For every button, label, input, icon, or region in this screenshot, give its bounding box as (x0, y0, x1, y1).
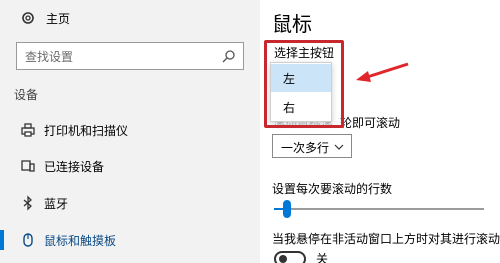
gear-icon (22, 12, 34, 24)
home-label: 主页 (46, 11, 71, 26)
devices-icon (21, 160, 35, 172)
chevron-down-icon (334, 144, 344, 150)
settings-sidebar: 主页 查找设置 设备 打印机和扫描仪 已连接设备 蓝牙 鼠标和触摸板 (0, 0, 260, 263)
search-icon (222, 50, 235, 63)
search-input[interactable]: 查找设置 (16, 42, 244, 70)
sidebar-item-label: 打印机和扫描仪 (44, 123, 129, 138)
scroll-wheel-label: 轮即可滚动 (340, 116, 401, 130)
hover-scroll-toggle[interactable] (274, 251, 306, 263)
toggle-knob (279, 255, 287, 263)
search-placeholder: 查找设置 (25, 50, 74, 64)
hover-scroll-toggle-state: 关 (316, 252, 329, 263)
slider-track (274, 208, 484, 210)
sidebar-item-bluetooth[interactable]: 蓝牙 (0, 190, 260, 216)
mouse-icon (23, 233, 33, 247)
sidebar-item-label: 已连接设备 (44, 159, 105, 174)
sidebar-item-label: 蓝牙 (44, 196, 69, 211)
sidebar-item-mouse[interactable]: 鼠标和触摸板 (0, 227, 260, 253)
nav-home[interactable]: 主页 (20, 8, 70, 28)
sidebar-item-connected-devices[interactable]: 已连接设备 (0, 153, 260, 179)
sidebar-item-label: 鼠标和触摸板 (44, 233, 117, 248)
bluetooth-icon (23, 195, 32, 211)
scroll-lines-label: 设置每次要滚动的行数 (272, 182, 393, 196)
section-devices-label: 设备 (14, 88, 39, 102)
sidebar-item-printers[interactable]: 打印机和扫描仪 (0, 117, 260, 143)
page-title: 鼠标 (272, 12, 312, 36)
annotation-highlight-box (264, 40, 344, 128)
printer-icon (21, 123, 35, 137)
annotation-arrow-icon (356, 62, 409, 82)
scroll-lines-slider[interactable] (274, 198, 484, 220)
scroll-mode-select[interactable]: 一次多行 (272, 134, 352, 158)
active-indicator (0, 230, 4, 250)
slider-thumb[interactable] (283, 200, 291, 218)
scroll-mode-value: 一次多行 (281, 141, 330, 155)
hover-scroll-label: 当我悬停在非活动窗口上方时对其进行滚动 (272, 232, 500, 246)
